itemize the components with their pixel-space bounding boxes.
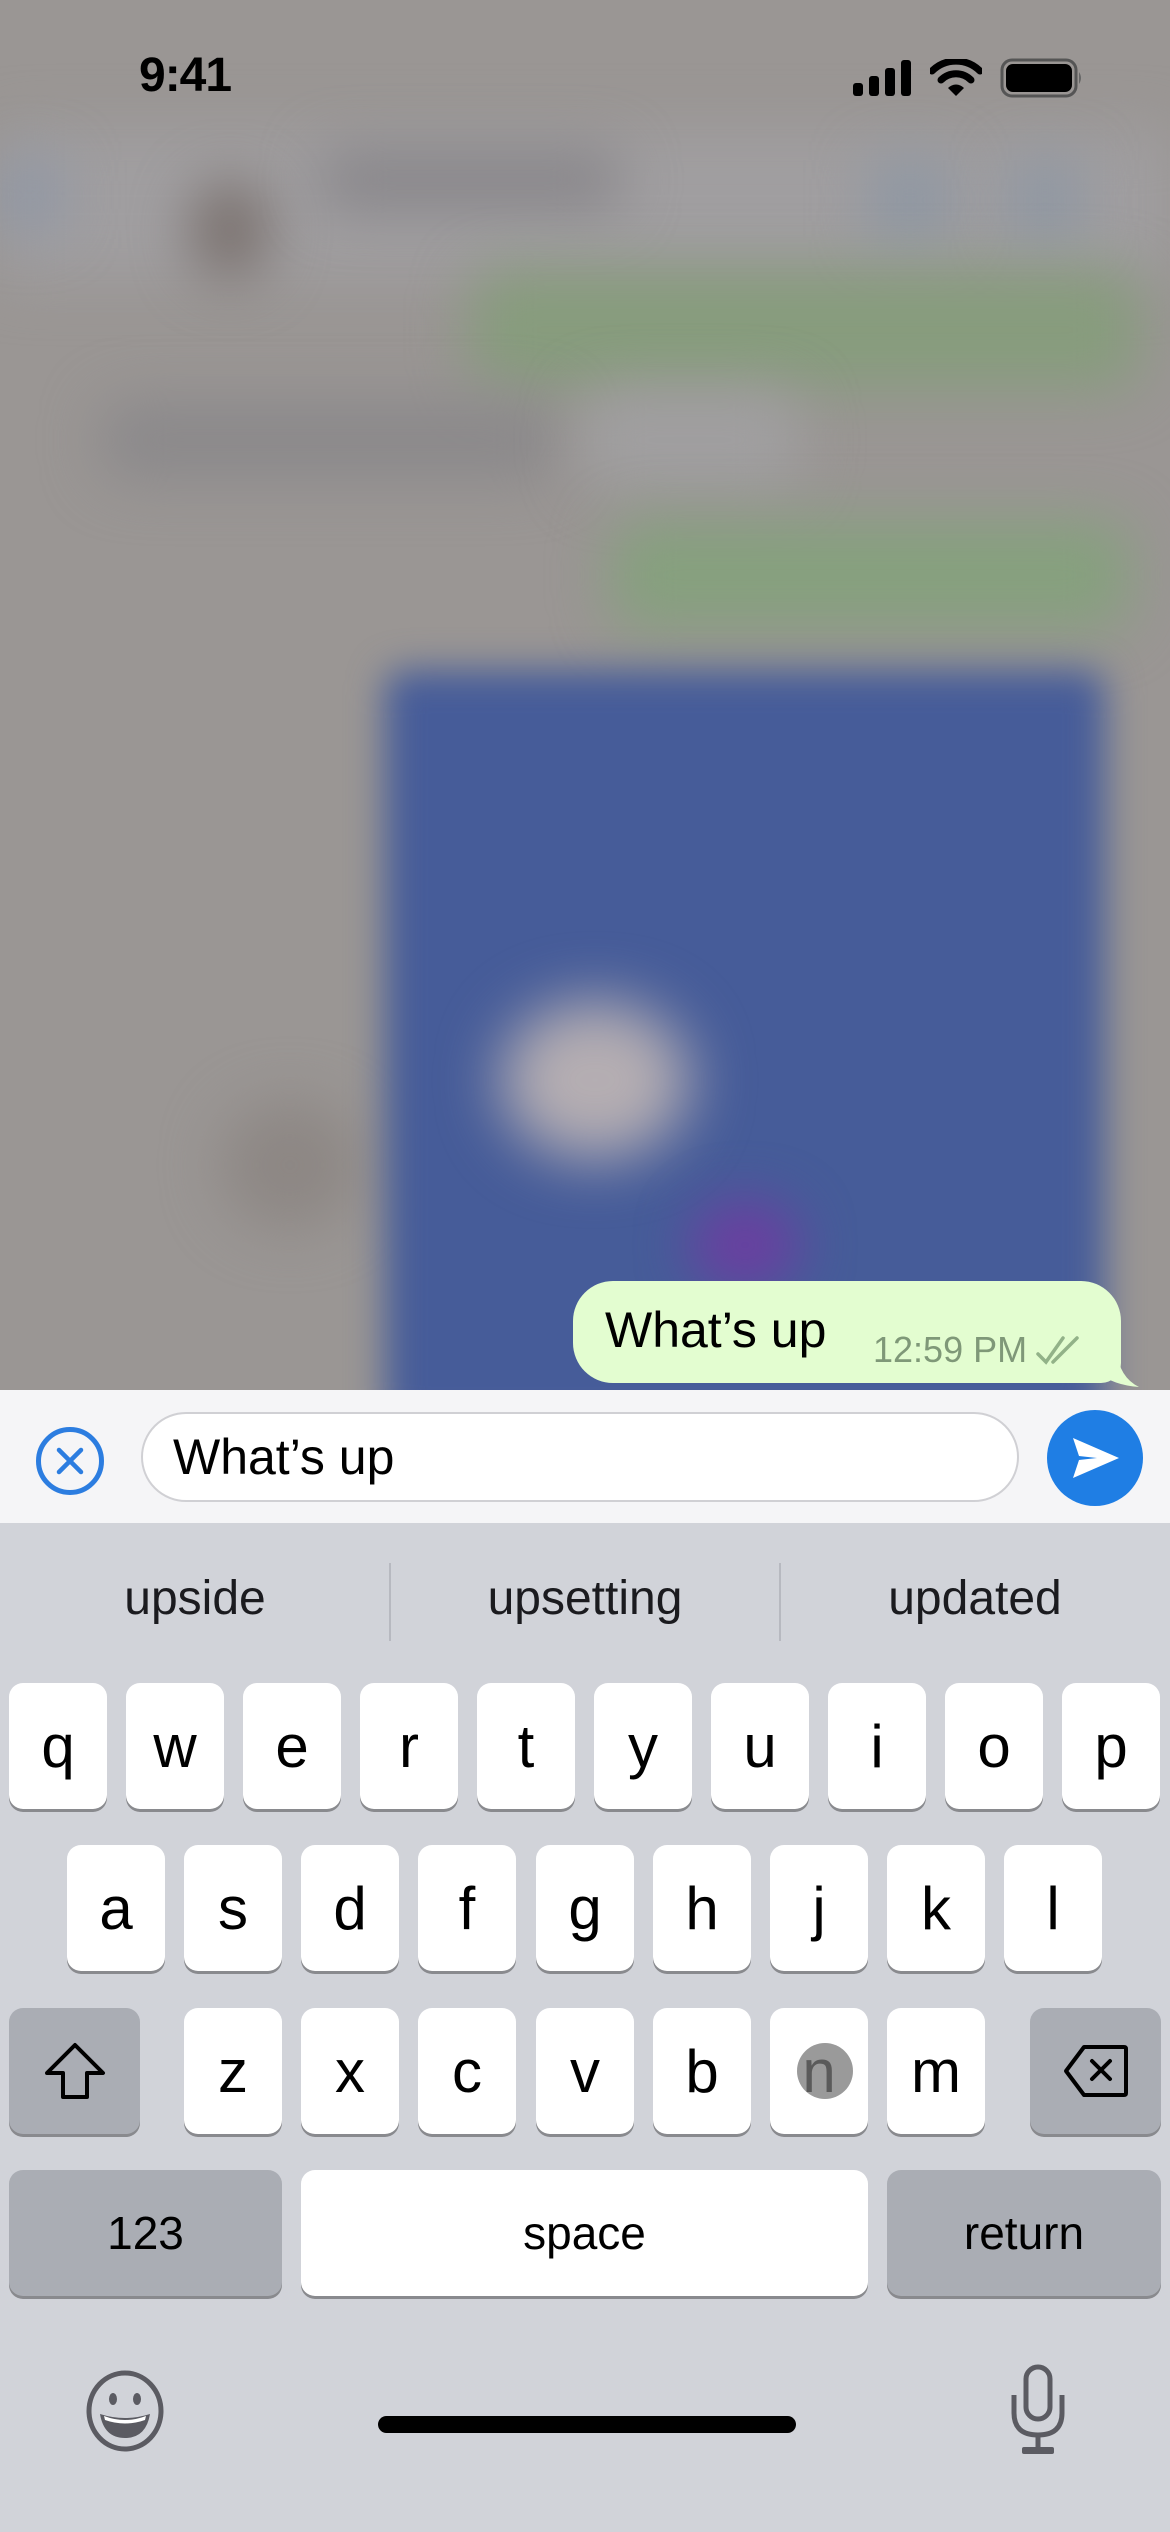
suggestion-bar: upside upsetting updated [0,1523,1170,1673]
key-u[interactable]: u [711,1683,809,1809]
message-text: What’s up [605,1302,827,1358]
message-bubble-outgoing[interactable]: What’s up 12:59 PM [573,1281,1139,1387]
numbers-key[interactable]: 123 [9,2170,282,2296]
bubble-tail [1099,1351,1139,1387]
message-meta: 12:59 PM [873,1329,1081,1371]
key-d[interactable]: d [301,1845,399,1971]
message-time: 12:59 PM [873,1329,1028,1370]
blurred-message-fragment [580,390,800,490]
status-icons [852,58,1084,98]
circle-x-icon [56,1447,84,1475]
key-t[interactable]: t [477,1683,575,1809]
return-key[interactable]: return [887,2170,1161,2296]
backspace-icon [1063,2045,1128,2097]
key-g[interactable]: g [536,1845,634,1971]
key-j[interactable]: j [770,1845,868,1971]
suggestion-item[interactable]: upsetting [390,1571,780,1626]
shift-arrow-icon [44,2043,105,2099]
status-bar: 9:41 [0,0,1170,130]
key-c[interactable]: c [418,2008,516,2134]
key-y[interactable]: y [594,1683,692,1809]
key-w[interactable]: w [126,1683,224,1809]
blurred-phone-call-icon [1010,160,1080,240]
blurred-outgoing-message [470,270,1140,390]
microphone-icon [1011,2364,1065,2454]
blurred-image-detail [690,1200,800,1290]
blurred-incoming-message [100,400,560,480]
key-m[interactable]: m [887,2008,985,2134]
chat-background [0,0,1170,1390]
send-arrow-icon [1073,1438,1119,1478]
status-time: 9:41 [139,49,232,102]
message-input-value: What’s up [173,1429,395,1485]
key-i[interactable]: i [828,1683,926,1809]
suggestion-divider [389,1563,391,1641]
space-key[interactable]: space [301,2170,868,2296]
message-input[interactable]: What’s up [141,1412,1019,1502]
blurred-image-detail [500,1000,690,1160]
suggestion-divider [779,1563,781,1641]
blurred-outgoing-message [610,520,1130,630]
dictation-button[interactable] [1008,2363,1068,2457]
delete-key[interactable] [1030,2008,1161,2134]
key-a[interactable]: a [67,1845,165,1971]
shift-key[interactable] [9,2008,140,2134]
wifi-icon [930,59,982,96]
blurred-avatar [190,180,270,280]
key-p[interactable]: p [1062,1683,1160,1809]
suggestion-item[interactable]: upside [0,1571,390,1626]
send-button[interactable] [1047,1410,1143,1506]
message-composer: What’s up [0,1390,1170,1523]
key-f[interactable]: f [418,1845,516,1971]
suggestion-item[interactable]: updated [780,1571,1170,1626]
emoji-smiley-icon [86,2370,164,2452]
key-h[interactable]: h [653,1845,751,1971]
blurred-contact-name [320,150,620,210]
key-n[interactable]: n [770,2008,868,2134]
key-x[interactable]: x [301,2008,399,2134]
battery-icon [1000,58,1081,98]
key-s[interactable]: s [184,1845,282,1971]
key-v[interactable]: v [536,2008,634,2134]
blurred-reaction [220,1100,360,1230]
key-k[interactable]: k [887,1845,985,1971]
emoji-button[interactable] [84,2370,166,2452]
key-o[interactable]: o [945,1683,1043,1809]
home-indicator[interactable] [378,2416,796,2433]
key-r[interactable]: r [360,1683,458,1809]
cellular-signal-icon [853,60,911,96]
blurred-video-call-icon [870,160,950,240]
key-z[interactable]: z [184,2008,282,2134]
blurred-back-button [0,160,60,230]
keyboard: upside upsetting updated q w e r t y u i… [0,1523,1170,2532]
key-e[interactable]: e [243,1683,341,1809]
key-b[interactable]: b [653,2008,751,2134]
key-q[interactable]: q [9,1683,107,1809]
double-check-icon [1036,1336,1079,1365]
cancel-edit-button[interactable] [36,1427,104,1495]
key-l[interactable]: l [1004,1845,1102,1971]
